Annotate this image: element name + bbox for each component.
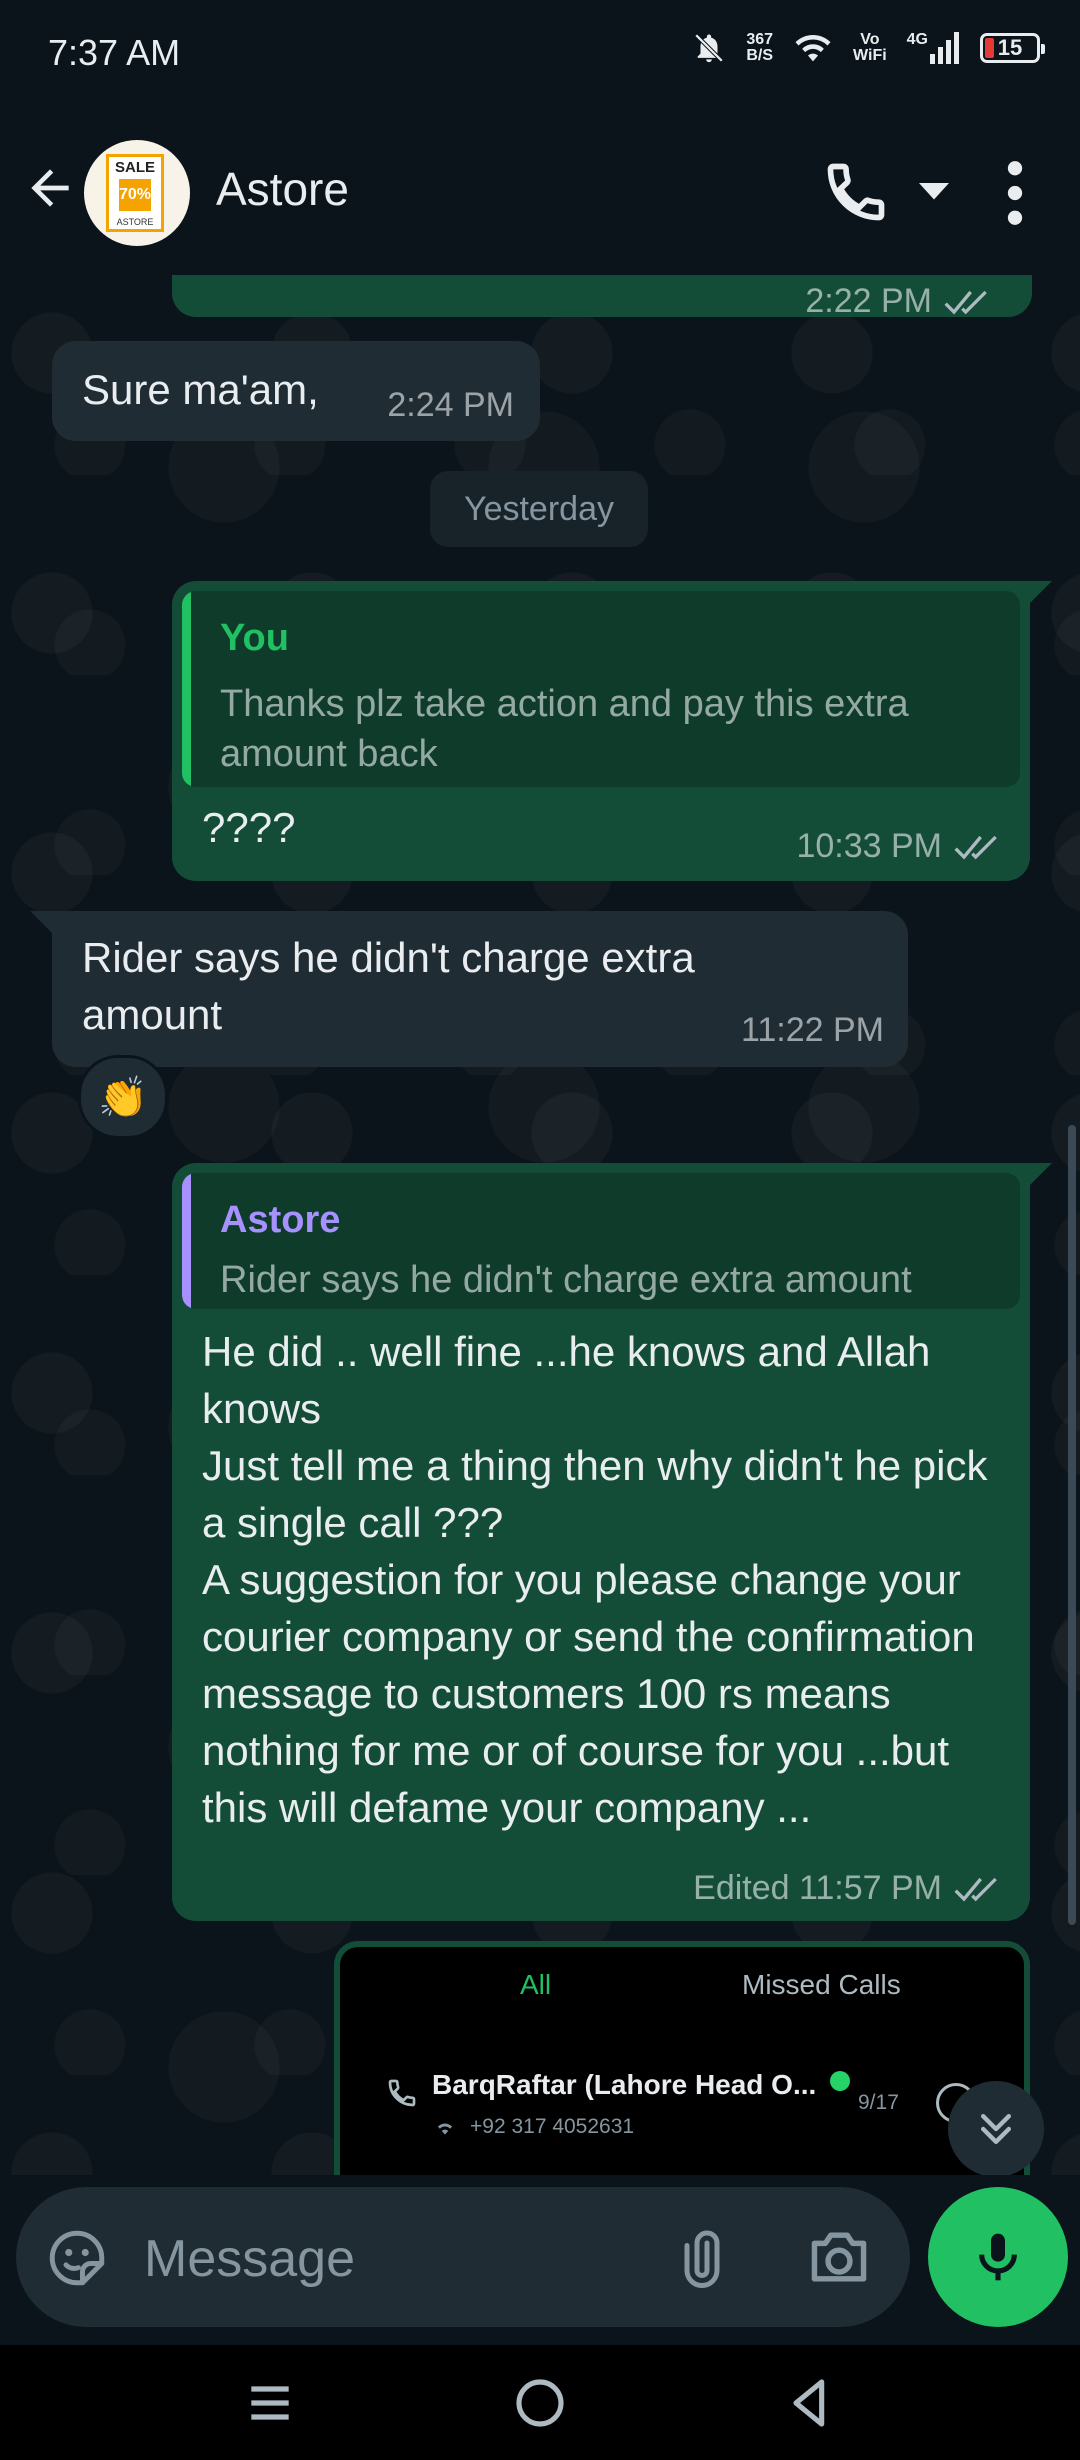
back-triangle-icon[interactable] bbox=[782, 2375, 838, 2431]
message-placeholder: Message bbox=[144, 2230, 355, 2288]
message-text: ???? bbox=[202, 804, 296, 851]
wifi-call-icon bbox=[437, 2123, 453, 2135]
message-time: 10:33 PM bbox=[796, 827, 942, 865]
message-time-text: 2:24 PM bbox=[387, 386, 514, 424]
voice-record-button[interactable] bbox=[928, 2187, 1068, 2327]
vowifi-indicator: Vo WiFi bbox=[853, 32, 887, 64]
signal-icon bbox=[930, 32, 959, 64]
bubble-tail bbox=[1030, 1163, 1052, 1185]
quote-author: Astore bbox=[220, 1199, 341, 1241]
avatar-logo: SALE 70% ASTORE bbox=[106, 154, 164, 232]
message-text: Sure ma'am, bbox=[82, 366, 319, 413]
quote-text: Rider says he didn't charge extra amount bbox=[220, 1259, 912, 1301]
emoji-sticker-icon[interactable] bbox=[44, 2225, 110, 2291]
date-separator: Yesterday bbox=[430, 471, 648, 547]
status-icons: 367 B/S Vo WiFi 4G 15 bbox=[692, 30, 1045, 66]
more-options-icon[interactable] bbox=[1000, 160, 1030, 226]
scroll-to-bottom-button[interactable] bbox=[948, 2081, 1044, 2175]
back-arrow-icon[interactable] bbox=[22, 160, 78, 216]
image-tab-all: All bbox=[520, 1969, 552, 2000]
incoming-call-icon bbox=[388, 2079, 416, 2107]
net-speed-value: 367 bbox=[746, 31, 774, 48]
double-chevron-down-icon bbox=[980, 2113, 1012, 2145]
image-caller-name: BarqRaftar (Lahore Head O... bbox=[432, 2069, 817, 2100]
avatar[interactable]: SALE 70% ASTORE bbox=[84, 140, 190, 246]
message-meta: 10:33 PM bbox=[796, 827, 1004, 866]
message-time: 2:24 PM bbox=[387, 386, 514, 425]
camera-icon[interactable] bbox=[806, 2227, 872, 2287]
avatar-sale-text: SALE bbox=[114, 159, 155, 176]
wifi-icon bbox=[795, 35, 831, 62]
online-dot bbox=[830, 2071, 850, 2091]
mute-notifications-icon bbox=[695, 33, 724, 63]
message-incoming[interactable]: Sure ma'am, 2:24 PM bbox=[52, 341, 540, 441]
message-incoming[interactable]: Rider says he didn't charge extra amount… bbox=[52, 911, 908, 1067]
microphone-icon bbox=[979, 2233, 1017, 2281]
status-time: 7:37 AM bbox=[48, 32, 181, 73]
image-message[interactable]: All Missed Calls BarqRaftar (Lahore Head… bbox=[334, 1941, 1030, 2175]
read-ticks-icon bbox=[954, 1877, 997, 1901]
quote-text: Thanks plz take action and pay this extr… bbox=[220, 683, 909, 775]
quoted-message[interactable]: Astore Rider says he didn't charge extra… bbox=[182, 1173, 1020, 1309]
message-text: He did .. well fine ...he knows and Alla… bbox=[202, 1328, 988, 1831]
home-circle-icon[interactable] bbox=[512, 2375, 568, 2431]
vowifi-bottom: WiFi bbox=[853, 47, 887, 64]
contact-name[interactable]: Astore bbox=[216, 162, 349, 216]
read-ticks-icon bbox=[944, 290, 987, 314]
quoted-message[interactable]: You Thanks plz take action and pay this … bbox=[182, 591, 1020, 787]
chat-header: SALE 70% ASTORE Astore bbox=[0, 110, 1080, 275]
message-composer: Message bbox=[0, 2175, 1080, 2345]
image-caller-number: +92 317 4052631 bbox=[470, 2115, 635, 2138]
vowifi-top: Vo bbox=[860, 31, 880, 48]
net-speed-unit: B/S bbox=[746, 47, 774, 64]
battery-icon: 15 bbox=[980, 33, 1045, 63]
message-outgoing[interactable]: You Thanks plz take action and pay this … bbox=[172, 581, 1030, 881]
system-nav-bar bbox=[0, 2345, 1080, 2460]
quote-author: You bbox=[220, 617, 289, 659]
scrollbar[interactable] bbox=[1068, 1125, 1076, 1925]
bubble-tail bbox=[1030, 581, 1052, 603]
image-call-date: 9/17 bbox=[858, 2091, 899, 2114]
battery-level: 15 bbox=[997, 35, 1023, 60]
message-time: Edited 11:57 PM bbox=[693, 1869, 942, 1907]
recents-menu-icon[interactable] bbox=[242, 2375, 298, 2431]
cell-signal: 4G bbox=[907, 32, 960, 64]
quote-bar bbox=[182, 1173, 191, 1309]
read-ticks-icon bbox=[954, 835, 997, 859]
image-tab-missed: Missed Calls bbox=[742, 1969, 901, 2000]
network-type: 4G bbox=[906, 31, 928, 48]
chat-area[interactable]: 2:22 PM Sure ma'am, 2:24 PM Yesterday Yo… bbox=[0, 275, 1080, 2175]
status-bar: 7:37 AM 367 B/S Vo WiFi 4G 15 bbox=[0, 0, 1080, 110]
message-time-text: 11:22 PM bbox=[740, 1011, 884, 1049]
message-text: Rider says he didn't charge extra amount bbox=[82, 934, 707, 1038]
chevron-down-icon[interactable] bbox=[916, 180, 952, 204]
reaction-badge[interactable]: 👏 bbox=[78, 1055, 168, 1139]
avatar-percent: 70% bbox=[119, 179, 151, 211]
attach-clip-icon[interactable] bbox=[672, 2225, 732, 2291]
message-meta: Edited 11:57 PM bbox=[693, 1869, 1004, 1908]
message-meta: 2:22 PM bbox=[805, 282, 994, 321]
message-outgoing[interactable]: 2:22 PM bbox=[172, 275, 1032, 320]
bubble-tail bbox=[30, 911, 52, 933]
net-speed: 367 B/S bbox=[746, 32, 773, 64]
message-time: 2:22 PM bbox=[805, 282, 932, 320]
message-outgoing[interactable]: Astore Rider says he didn't charge extra… bbox=[172, 1163, 1030, 1921]
message-time: 11:22 PM bbox=[741, 1011, 884, 1050]
voice-call-icon[interactable] bbox=[822, 158, 890, 226]
message-input[interactable]: Message bbox=[16, 2187, 910, 2327]
avatar-brand: ASTORE bbox=[116, 217, 154, 227]
quote-bar bbox=[182, 591, 191, 787]
